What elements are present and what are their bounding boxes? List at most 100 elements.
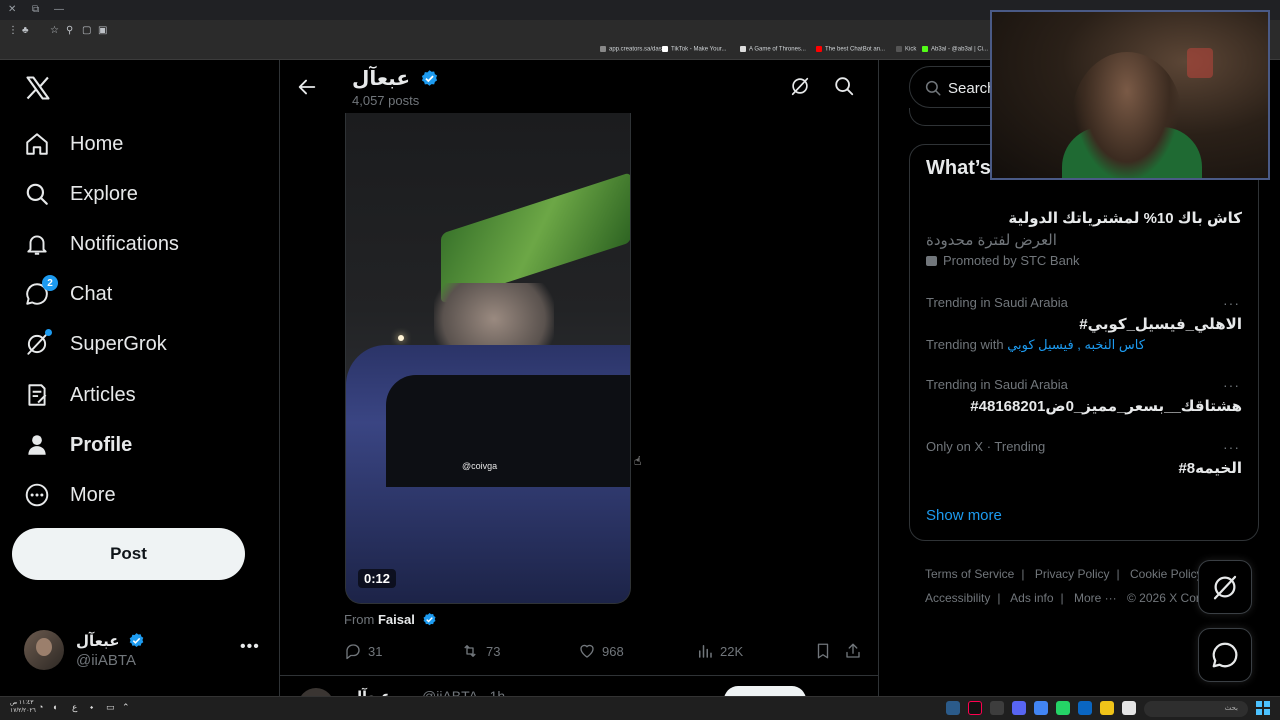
messages-float-button[interactable]	[1198, 628, 1252, 682]
footer-link[interactable]: Accessibility	[925, 591, 990, 605]
grok-icon[interactable]	[789, 75, 811, 97]
trend-name[interactable]: #هشتاقك__بسعر_مميز_0ض48168201	[970, 397, 1242, 415]
app-icon[interactable]	[1078, 701, 1092, 715]
whatsapp-icon[interactable]	[1056, 701, 1070, 715]
steam-icon[interactable]	[946, 701, 960, 715]
repost-button[interactable]: 73	[460, 642, 500, 660]
bookmark[interactable]: The best ChatBot an...	[816, 46, 885, 53]
grok-icon	[24, 329, 52, 357]
store-icon[interactable]	[1122, 701, 1136, 715]
nav-explore[interactable]: Explore	[24, 177, 138, 211]
nav-more[interactable]: More	[24, 478, 116, 512]
bookmark-button[interactable]	[814, 642, 838, 660]
nav-label: Profile	[70, 433, 133, 456]
tray-icon[interactable]: ▭	[106, 702, 115, 713]
app-icon[interactable]	[990, 701, 1004, 715]
windows-start-icon[interactable]	[1256, 701, 1270, 715]
wifi-icon[interactable]: ◔	[38, 702, 43, 712]
tiktok-icon[interactable]	[968, 701, 982, 715]
restore-window-icon[interactable]: ⧉	[32, 4, 39, 15]
language-icon[interactable]: ع	[72, 702, 77, 713]
repost-icon	[464, 645, 476, 657]
extension-icon[interactable]: ▢	[82, 25, 91, 36]
post-button[interactable]: Post	[12, 528, 245, 580]
search-icon[interactable]	[833, 75, 855, 97]
video-frame-car-window	[386, 375, 630, 487]
webcam-background-light	[1187, 48, 1213, 78]
nav-home[interactable]: Home	[24, 127, 123, 161]
extension-icon[interactable]: ▣	[98, 25, 107, 36]
nav-notifications[interactable]: Notifications	[24, 227, 179, 261]
trend-context: Trending in Saudi Arabia	[926, 295, 1068, 310]
promoted-trend-title[interactable]: كاش باك 10% لمشترياتك الدولية	[1008, 209, 1242, 227]
views-chart-icon	[699, 645, 712, 658]
bookmark-label: app.creators.sa/das...	[609, 46, 667, 53]
taskbar-clock[interactable]: ١١:٤٣ ص ١٧/٢/٢٠٢٦	[10, 699, 36, 715]
next-post-preview[interactable]: عبعآل @iiABTA · 1h Repost	[298, 684, 858, 696]
footer-separator: |	[997, 591, 1001, 605]
more-dots-icon[interactable]: ···	[1223, 377, 1240, 393]
nav-articles[interactable]: Articles	[24, 378, 136, 412]
trend-name[interactable]: #الاهلي_فيسيل_كوبي	[1079, 315, 1242, 333]
like-count: 968	[602, 643, 624, 659]
account-name: عبعآل	[76, 632, 145, 650]
x-logo-icon[interactable]	[24, 74, 52, 102]
video-player[interactable]: @coivga 0:12	[345, 113, 631, 604]
nav-supergrok[interactable]: SuperGrok	[24, 327, 167, 361]
file-explorer-icon[interactable]	[1100, 701, 1114, 715]
bookmark[interactable]: Ab3al - @ab3al | Ci...	[922, 46, 988, 53]
repost-count: 73	[486, 643, 501, 659]
footer-link[interactable]: More ···	[1074, 591, 1117, 605]
next-post-handle: @iiABTA · 1h	[422, 688, 506, 696]
from-prefix: From	[344, 612, 375, 627]
grok-float-button[interactable]	[1198, 560, 1252, 614]
more-dots-icon[interactable]: ···	[1223, 439, 1240, 455]
footer-link[interactable]: Privacy Policy	[1035, 567, 1110, 581]
bookmark[interactable]: Kick	[896, 46, 916, 53]
browser-menu-icon[interactable]: ⋮	[8, 25, 18, 36]
chevron-up-icon[interactable]: ⌃	[122, 702, 130, 713]
repost-action-button[interactable]: Repost	[724, 686, 806, 696]
volume-icon[interactable]: ◖	[52, 702, 57, 712]
page-title-text: عبعآل	[352, 68, 410, 90]
source-author-link[interactable]: Faisal	[378, 612, 415, 627]
video-timecode: 0:12	[358, 569, 397, 588]
share-button[interactable]	[844, 642, 868, 660]
chrome-icon[interactable]	[1034, 701, 1048, 715]
video-source-line: From Faisal	[344, 612, 437, 627]
person-icon	[24, 432, 50, 458]
star-icon[interactable]: ☆	[50, 25, 59, 36]
trend-related-link[interactable]: كاس النخبه , فيسيل كوبي	[1007, 337, 1145, 352]
more-dots-icon[interactable]: •••	[240, 638, 260, 656]
show-more-link[interactable]: Show more	[926, 507, 1002, 524]
promoted-icon	[926, 256, 937, 266]
nav-chat[interactable]: 2 Chat	[24, 275, 112, 311]
close-window-icon[interactable]: ✕	[8, 4, 16, 15]
nav-profile[interactable]: Profile	[24, 428, 132, 462]
discord-icon[interactable]	[1012, 701, 1026, 715]
trend-name[interactable]: #الخيمه8	[1178, 459, 1242, 477]
trends-panel: What’s happening كاش باك 10% لمشترياتك ا…	[909, 144, 1259, 541]
footer-link[interactable]: Cookie Policy	[1130, 567, 1203, 581]
bookmark[interactable]: A Game of Thrones...	[740, 46, 806, 53]
extension-icon[interactable]: ⚲	[66, 25, 73, 36]
account-switcher[interactable]: عبعآل @iiABTA •••	[24, 630, 264, 674]
like-button[interactable]: 968	[578, 642, 624, 660]
back-arrow-icon[interactable]	[296, 76, 318, 98]
footer-separator: |	[1060, 591, 1064, 605]
left-sidebar: Home Explore Notifications 2 Chat SuperG…	[0, 60, 280, 696]
views-button[interactable]: 22K	[696, 642, 743, 660]
more-dots-icon[interactable]: ···	[1223, 295, 1240, 311]
bookmark-icon	[600, 46, 606, 52]
bookmark[interactable]: TikTok - Make Your...	[662, 46, 726, 53]
verified-badge-icon	[423, 612, 436, 626]
bookmark[interactable]: app.creators.sa/das...	[600, 46, 667, 53]
minimize-window-icon[interactable]: —	[54, 4, 64, 15]
taskbar-search[interactable]: بحث	[1144, 701, 1248, 717]
footer-link[interactable]: Terms of Service	[925, 567, 1014, 581]
search-icon	[24, 181, 50, 207]
reply-button[interactable]: 31	[344, 642, 382, 660]
chat-icon	[1212, 642, 1238, 668]
tray-icon[interactable]: ⬩	[90, 702, 93, 713]
footer-link[interactable]: Ads info	[1010, 591, 1053, 605]
